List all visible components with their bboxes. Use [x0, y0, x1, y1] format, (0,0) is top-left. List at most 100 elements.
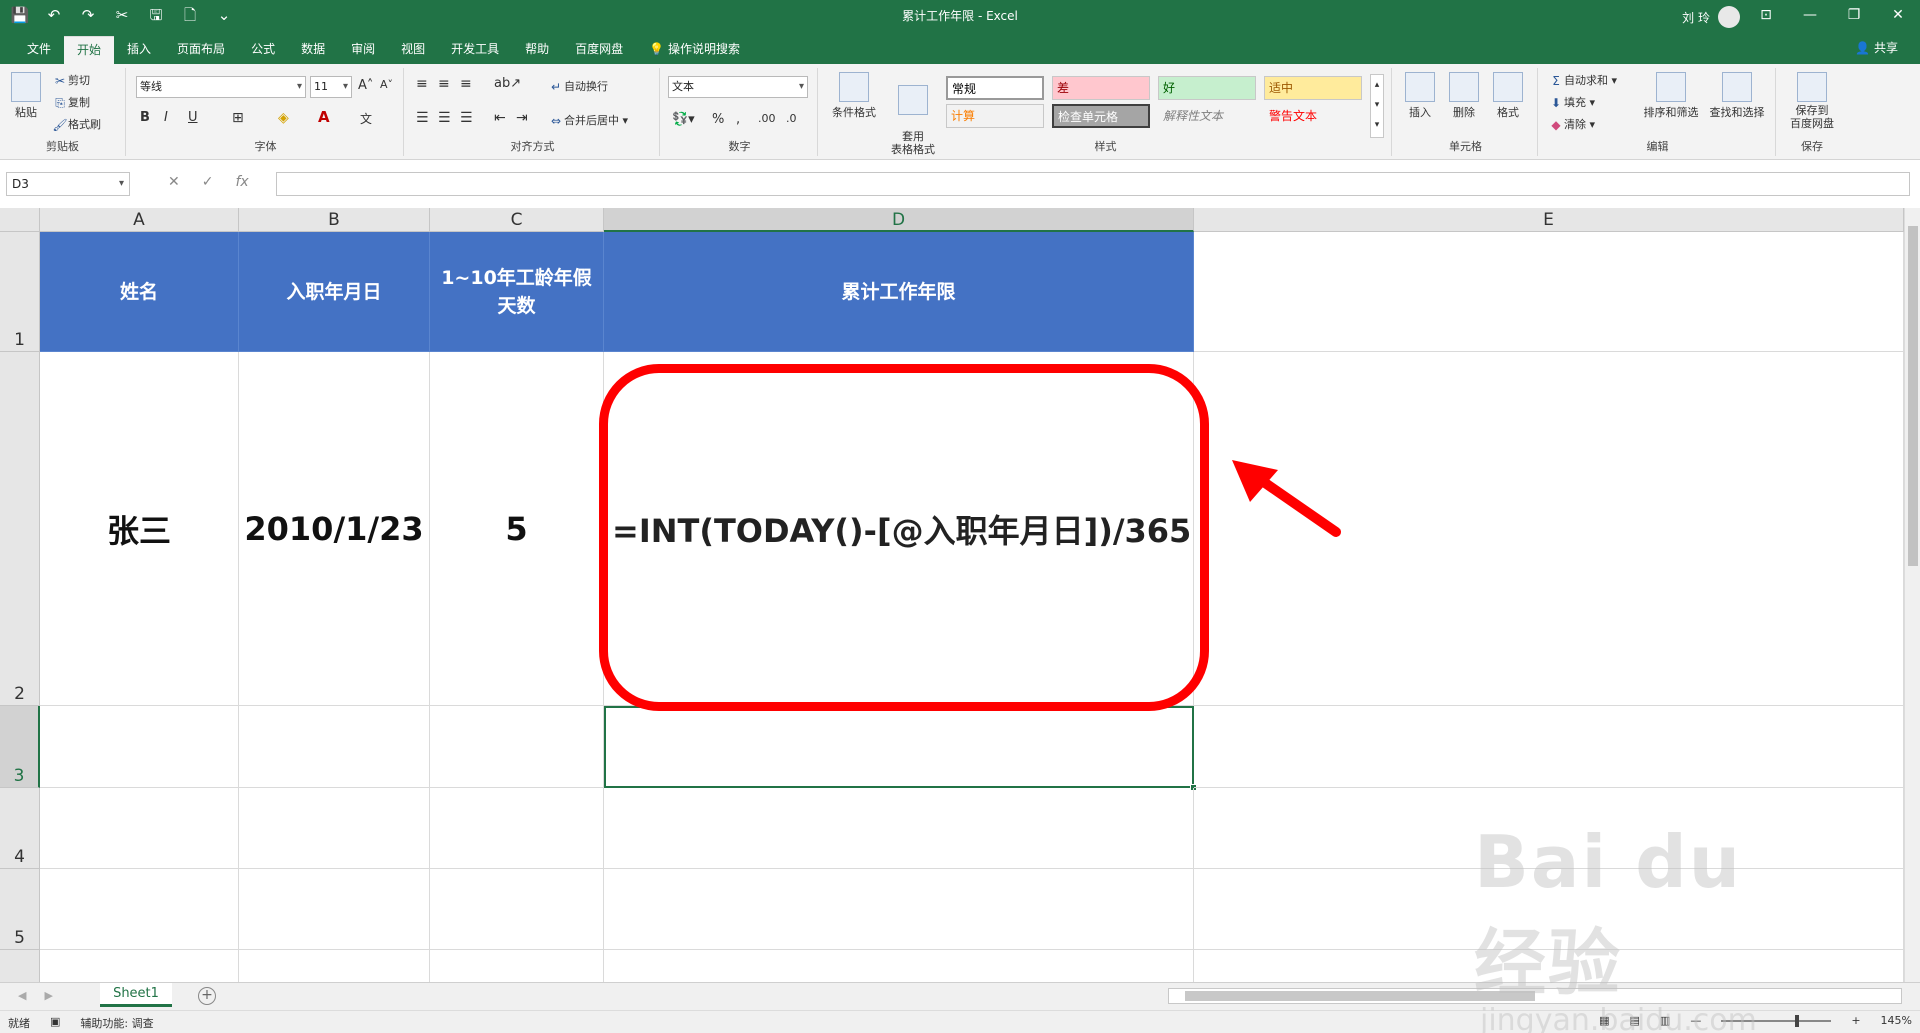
tab-formulas[interactable]: 公式 [238, 36, 288, 64]
cell-b4[interactable] [239, 788, 430, 869]
horizontal-scrollbar[interactable] [1168, 988, 1902, 1004]
style-warning[interactable]: 警告文本 [1264, 104, 1362, 128]
share-button[interactable]: 👤 共享 [1855, 39, 1898, 56]
currency-icon[interactable]: 💱▾ [672, 112, 695, 127]
cell-e5[interactable] [1194, 869, 1904, 950]
cell-a1[interactable]: 姓名 [40, 232, 239, 352]
sort-filter-button[interactable]: 排序和筛选 [1638, 72, 1704, 120]
style-good[interactable]: 好 [1158, 76, 1256, 100]
tab-help[interactable]: 帮助 [512, 36, 562, 64]
increase-font-icon[interactable]: A˄ [358, 78, 373, 93]
cell-a6[interactable] [40, 950, 239, 982]
style-calculation[interactable]: 计算 [946, 104, 1044, 128]
format-painter-button[interactable]: 🖌格式刷 [52, 116, 101, 133]
percent-button[interactable]: % [712, 112, 724, 127]
name-box[interactable]: D3 [6, 172, 130, 196]
font-color-icon[interactable]: A [318, 108, 330, 126]
minimize-icon[interactable]: — [1788, 0, 1832, 31]
column-header-b[interactable]: B [239, 208, 430, 232]
tab-file[interactable]: 文件 [14, 36, 64, 64]
cell-b5[interactable] [239, 869, 430, 950]
avatar[interactable] [1718, 6, 1740, 28]
zoom-in-icon[interactable]: + [1851, 1014, 1860, 1027]
tell-me-search[interactable]: 💡 操作说明搜索 [636, 36, 753, 64]
comma-button[interactable]: , [736, 112, 740, 127]
cell-d3-active[interactable] [604, 706, 1194, 788]
align-bottom-icon[interactable]: ≡ [460, 76, 472, 92]
styles-scroll-icon[interactable]: ▴ ▾ ▾ [1370, 74, 1384, 138]
cell-b3[interactable] [239, 706, 430, 788]
column-header-c[interactable]: C [430, 208, 604, 232]
cell-a4[interactable] [40, 788, 239, 869]
tab-review[interactable]: 审阅 [338, 36, 388, 64]
restore-icon[interactable]: ❐ [1832, 0, 1876, 31]
tab-view[interactable]: 视图 [388, 36, 438, 64]
row-header-2[interactable]: 2 [0, 352, 40, 706]
cell-d6[interactable] [604, 950, 1194, 982]
orientation-icon[interactable]: ab↗ [494, 76, 521, 91]
next-sheet-icon[interactable]: ▶ [44, 989, 52, 1002]
vertical-scroll-thumb[interactable] [1908, 226, 1918, 566]
cell-b1[interactable]: 入职年月日 [239, 232, 430, 352]
normal-view-icon[interactable]: ▦ [1599, 1014, 1609, 1027]
page-break-view-icon[interactable]: ▥ [1660, 1014, 1670, 1027]
decrease-font-icon[interactable]: A˅ [380, 78, 393, 91]
insert-cells-button[interactable]: 插入 [1400, 72, 1440, 120]
column-header-d[interactable]: D [604, 208, 1194, 232]
borders-icon[interactable]: ⊞ [232, 110, 244, 126]
cell-a5[interactable] [40, 869, 239, 950]
cell-c3[interactable] [430, 706, 604, 788]
select-all-corner[interactable] [0, 208, 40, 232]
tab-developer[interactable]: 开发工具 [438, 36, 512, 64]
cancel-icon[interactable]: ✕ [168, 174, 180, 190]
vertical-scrollbar[interactable] [1904, 208, 1920, 982]
cell-c4[interactable] [430, 788, 604, 869]
tab-home[interactable]: 开始 [64, 36, 115, 64]
zoom-level[interactable]: 145% [1881, 1014, 1912, 1027]
fill-color-icon[interactable]: ◈ [278, 110, 289, 126]
tab-baidu-netdisk[interactable]: 百度网盘 [562, 36, 636, 64]
delete-cells-button[interactable]: 删除 [1444, 72, 1484, 120]
row-header-3[interactable]: 3 [0, 706, 40, 788]
align-center-icon[interactable]: ☰ [438, 110, 451, 126]
bold-button[interactable]: B [140, 110, 150, 125]
wrap-text-button[interactable]: ↵ 自动换行 [548, 78, 608, 95]
cell-e1[interactable] [1194, 232, 1904, 352]
macro-record-icon[interactable]: ▣ [50, 1015, 60, 1031]
find-select-button[interactable]: 查找和选择 [1704, 72, 1770, 120]
font-size-select[interactable]: 11 [310, 76, 352, 98]
tab-insert[interactable]: 插入 [114, 36, 164, 64]
align-middle-icon[interactable]: ≡ [438, 76, 450, 92]
autosum-button[interactable]: Σ 自动求和 ▾ [1548, 72, 1617, 89]
align-right-icon[interactable]: ☰ [460, 110, 473, 126]
cell-b6[interactable] [239, 950, 430, 982]
cut-button[interactable]: ✂ 剪切 [52, 72, 90, 89]
phonetic-icon[interactable]: 文 [360, 110, 372, 127]
cell-d4[interactable] [604, 788, 1194, 869]
cell-c6[interactable] [430, 950, 604, 982]
user-account[interactable]: 刘 玲 [1682, 6, 1740, 28]
row-header-5[interactable]: 5 [0, 869, 40, 950]
cell-a3[interactable] [40, 706, 239, 788]
cell-c1[interactable]: 1~10年工龄年假 天数 [430, 232, 604, 352]
copy-button[interactable]: ⎘ 复制 [52, 94, 90, 111]
align-top-icon[interactable]: ≡ [416, 76, 428, 92]
insert-function-icon[interactable]: fx [235, 174, 248, 190]
conditional-format-button[interactable]: 条件格式 [826, 72, 882, 120]
style-bad[interactable]: 差 [1052, 76, 1150, 100]
format-cells-button[interactable]: 格式 [1488, 72, 1528, 120]
cell-e4[interactable] [1194, 788, 1904, 869]
horizontal-scroll-thumb[interactable] [1185, 991, 1535, 1001]
paste-button[interactable]: 粘贴 [8, 72, 44, 120]
zoom-slider[interactable] [1721, 1014, 1832, 1027]
style-check-cell[interactable]: 检查单元格 [1052, 104, 1150, 128]
ribbon-display-icon[interactable]: ⊡ [1744, 0, 1788, 31]
cell-e6[interactable] [1194, 950, 1904, 982]
underline-button[interactable]: U [188, 110, 198, 125]
row-header-1[interactable]: 1 [0, 232, 40, 352]
font-name-select[interactable]: 等线 [136, 76, 306, 98]
tab-page-layout[interactable]: 页面布局 [164, 36, 238, 64]
style-explanatory[interactable]: 解释性文本 [1158, 104, 1256, 128]
cell-b2[interactable]: 2010/1/23 [239, 352, 430, 706]
row-header-4[interactable]: 4 [0, 788, 40, 869]
